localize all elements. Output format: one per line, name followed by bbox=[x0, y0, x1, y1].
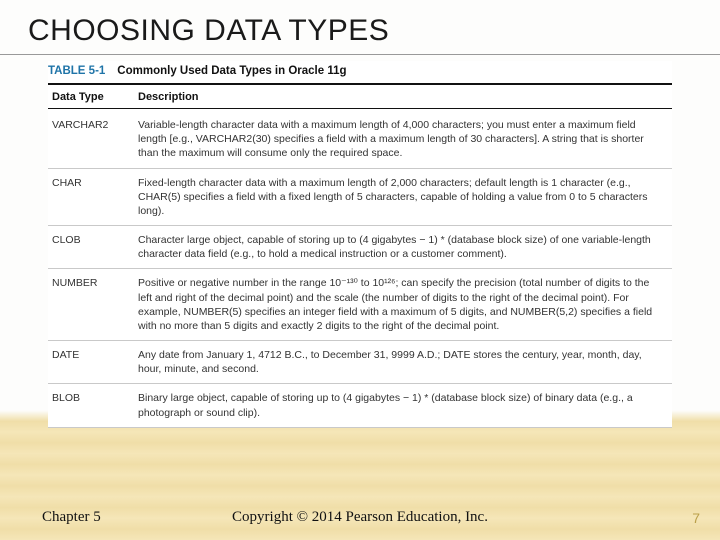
footer-chapter: Chapter 5 bbox=[42, 509, 101, 526]
header-description: Description bbox=[134, 85, 672, 109]
footer-copyright: Copyright © 2014 Pearson Education, Inc. bbox=[0, 509, 720, 526]
table-row: NUMBER Positive or negative number in th… bbox=[48, 269, 672, 341]
cell-data-type: DATE bbox=[48, 341, 134, 384]
cell-description: Positive or negative number in the range… bbox=[134, 269, 672, 341]
cell-description: Any date from January 1, 4712 B.C., to D… bbox=[134, 341, 672, 384]
table-row: DATE Any date from January 1, 4712 B.C.,… bbox=[48, 341, 672, 384]
footer-page-number: 7 bbox=[692, 510, 700, 526]
table-header-row: Data Type Description bbox=[48, 85, 672, 109]
table-row: VARCHAR2 Variable-length character data … bbox=[48, 109, 672, 169]
table-row: CHAR Fixed-length character data with a … bbox=[48, 168, 672, 226]
table-number: TABLE 5-1 bbox=[48, 65, 105, 77]
cell-description: Fixed-length character data with a maxim… bbox=[134, 168, 672, 226]
slide-footer: Chapter 5 Copyright © 2014 Pearson Educa… bbox=[0, 509, 720, 526]
cell-description: Variable-length character data with a ma… bbox=[134, 109, 672, 169]
slide-title: CHOOSING DATA TYPES bbox=[0, 0, 720, 55]
cell-data-type: CLOB bbox=[48, 226, 134, 269]
cell-data-type: BLOB bbox=[48, 384, 134, 427]
data-types-table: Data Type Description VARCHAR2 Variable-… bbox=[48, 85, 672, 428]
cell-data-type: VARCHAR2 bbox=[48, 109, 134, 169]
cell-description: Binary large object, capable of storing … bbox=[134, 384, 672, 427]
table-caption: TABLE 5-1 Commonly Used Data Types in Or… bbox=[48, 61, 672, 85]
data-types-table-container: TABLE 5-1 Commonly Used Data Types in Or… bbox=[48, 61, 672, 428]
cell-data-type: NUMBER bbox=[48, 269, 134, 341]
table-row: CLOB Character large object, capable of … bbox=[48, 226, 672, 269]
cell-data-type: CHAR bbox=[48, 168, 134, 226]
table-title: Commonly Used Data Types in Oracle 11g bbox=[117, 65, 346, 77]
table-row: BLOB Binary large object, capable of sto… bbox=[48, 384, 672, 427]
cell-description: Character large object, capable of stori… bbox=[134, 226, 672, 269]
header-data-type: Data Type bbox=[48, 85, 134, 109]
